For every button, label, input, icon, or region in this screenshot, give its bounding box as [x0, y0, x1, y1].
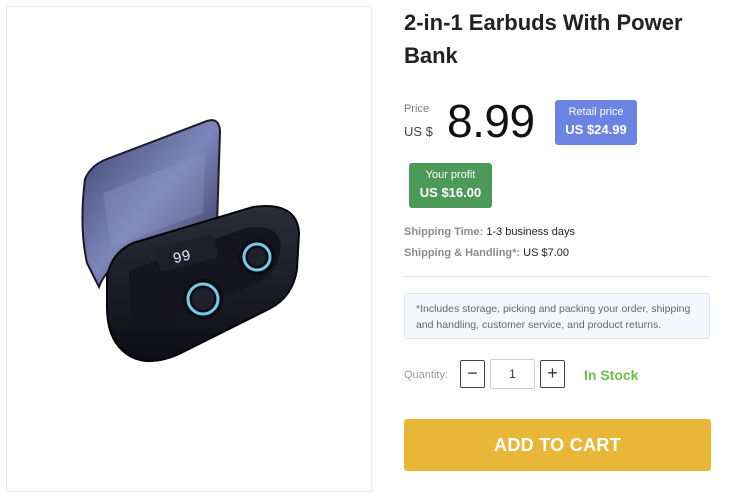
shipping-handling-label: Shipping & Handling*:: [404, 247, 521, 259]
profit-badge: Your profit US $16.00: [409, 163, 492, 208]
price-amount: 8.99: [447, 95, 535, 147]
quantity-increase-button[interactable]: +: [540, 360, 565, 388]
stock-status: In Stock: [584, 367, 639, 383]
profit-label: Your profit: [425, 169, 476, 181]
retail-price-label: Retail price: [568, 106, 624, 118]
shipping-handling: Shipping & Handling*: US $7.00: [404, 247, 569, 259]
divider: [404, 276, 710, 277]
retail-price-value: US $24.99: [565, 122, 627, 137]
quantity-input[interactable]: [490, 359, 535, 389]
profit-value: US $16.00: [419, 185, 482, 200]
add-to-cart-button[interactable]: ADD TO CART: [404, 419, 711, 471]
shipping-time: Shipping Time: 1-3 business days: [404, 226, 575, 238]
shipping-time-label: Shipping Time:: [404, 226, 484, 238]
product-image: 99: [81, 119, 301, 362]
price-label: Price: [404, 103, 430, 115]
shipping-handling-value: US $7.00: [523, 247, 570, 259]
shipping-time-value: 1-3 business days: [486, 226, 575, 238]
price-currency: US $: [404, 124, 433, 139]
product-image-panel: 99: [6, 6, 372, 492]
quantity-label: Quantity:: [404, 369, 449, 381]
quantity-decrease-button[interactable]: −: [460, 360, 485, 388]
pricing-note: *Includes storage, picking and packing y…: [404, 293, 710, 339]
product-title: 2-in-1 Earbuds With Power Bank: [404, 10, 683, 68]
retail-price-badge: Retail price US $24.99: [555, 100, 637, 145]
